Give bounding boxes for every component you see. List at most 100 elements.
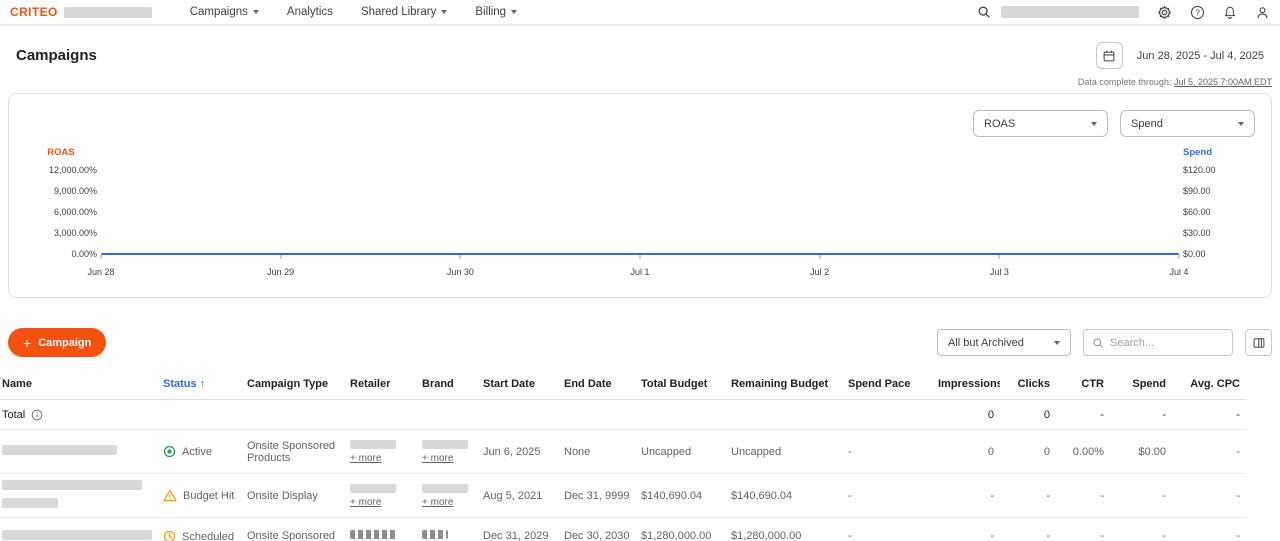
table-row: Active Onsite Sponsored Products + more … [0,430,1246,474]
spend-cell: - [1110,474,1172,518]
retailer-redacted [350,530,396,539]
campaigns-table: Name Status↑ Campaign Type Retailer Bran… [0,369,1280,541]
total-budget-cell: Uncapped [641,430,731,474]
remaining-budget-cell: $1,280,000.00 [731,518,848,541]
x-axis-label: Jun 30 [447,267,474,277]
right-metric-select[interactable]: Spend [1120,110,1255,137]
chart-metric-controls: ROAS Spend [25,110,1255,137]
col-header-name[interactable]: Name [0,369,163,400]
status-filter-select[interactable]: All but Archived [937,329,1071,356]
campaign-name-redacted[interactable] [2,530,152,540]
campaign-name-redacted[interactable] [2,498,58,508]
table-toolbar: + Campaign All but Archived [8,328,1272,357]
data-complete-link[interactable]: Jul 5, 2025 7:00AM EDT [1174,77,1272,87]
right-metric-value: Spend [1131,118,1163,130]
col-header-ctr[interactable]: CTR [1056,369,1110,400]
col-header-start-date[interactable]: Start Date [483,369,564,400]
spend-pace-cell: - [848,430,938,474]
col-header-spend[interactable]: Spend [1110,369,1172,400]
chevron-down-icon [441,10,447,14]
calendar-icon[interactable] [1096,42,1123,69]
axis-tick: $60.00 [1183,207,1255,217]
avg-cpc-cell: - [1172,430,1246,474]
status-label: Budget Hit [183,490,234,502]
spend-pace-cell: - [848,518,938,541]
brand-more-link[interactable]: + more [422,497,453,508]
nav-item-campaigns[interactable]: Campaigns [190,6,259,18]
search-icon[interactable] [977,5,991,19]
toolbar-right: All but Archived [937,329,1272,356]
x-tickmark [280,255,281,259]
scheduled-status-icon [163,530,176,541]
axis-tick: 9,000.00% [25,186,97,196]
x-axis-label: Jun 29 [267,267,294,277]
col-header-total-budget[interactable]: Total Budget [641,369,731,400]
x-axis-label: Jun 28 [87,267,114,277]
total-clicks: 0 [1000,400,1056,430]
help-icon[interactable]: ? [1190,5,1205,20]
clicks-cell: 0 [1000,430,1056,474]
chevron-down-icon [1054,341,1060,345]
nav-item-analytics[interactable]: Analytics [287,6,333,18]
table-row: Budget Hit Onsite Display + more + more … [0,474,1246,518]
x-tickmark [460,255,461,259]
impressions-cell: 0 [938,430,1000,474]
x-axis-label: Jul 4 [1169,267,1188,277]
retailer-more-link[interactable]: + more [350,453,381,464]
total-spend: - [1110,400,1172,430]
nav-item-billing[interactable]: Billing [475,6,517,18]
right-axis: Spend $120.00 $90.00 $60.00 $30.00 $0.00 [1183,147,1255,285]
criteo-logo: CRITEO [10,5,58,19]
x-axis-label: Jul 3 [990,267,1009,277]
col-header-impressions[interactable]: Impressions [938,369,1000,400]
account-icon[interactable] [1255,5,1270,20]
total-label: Total [2,409,25,421]
x-tickmark [101,255,102,259]
col-label: Remaining Budget [731,378,828,390]
search-input[interactable] [1110,337,1224,349]
col-header-spend-pace[interactable]: Spend Pace [848,369,938,400]
col-label: Status [163,378,197,390]
ctr-cell: 0.00% [1056,430,1110,474]
left-metric-select[interactable]: ROAS [973,110,1108,137]
global-search-redacted[interactable] [1001,6,1139,18]
gear-icon[interactable] [1157,5,1172,20]
start-date-cell: Jun 6, 2025 [483,430,564,474]
col-header-remaining-budget[interactable]: Remaining Budget [731,369,848,400]
campaign-type-cell: Onsite Sponsored Products [247,518,350,541]
search-icon [1092,337,1104,349]
bell-icon[interactable] [1223,5,1237,20]
chevron-down-icon [253,10,259,14]
col-header-retailer[interactable]: Retailer [350,369,422,400]
info-icon[interactable] [31,409,43,421]
col-header-clicks[interactable]: Clicks [1000,369,1056,400]
chart-card: ROAS Spend ROAS 12,000.00% 9,000.00% 6,0… [8,93,1272,298]
col-label: Brand [422,378,454,390]
brand-redacted [422,440,468,449]
col-header-status[interactable]: Status↑ [163,369,247,400]
date-range-picker[interactable]: Jun 28, 2025 - Jul 4, 2025 [1096,42,1264,69]
table-header-row: Name Status↑ Campaign Type Retailer Bran… [0,369,1246,400]
axis-tick: 6,000.00% [25,207,97,217]
table-search[interactable] [1083,329,1233,356]
col-header-end-date[interactable]: End Date [564,369,641,400]
retailer-more-link[interactable]: + more [350,497,381,508]
col-header-brand[interactable]: Brand [422,369,483,400]
avg-cpc-cell: - [1172,518,1246,541]
brand-more-link[interactable]: + more [422,453,453,464]
campaign-name-redacted[interactable] [2,445,117,455]
campaign-name-redacted[interactable] [2,480,142,490]
col-label: Start Date [483,378,535,390]
col-label: Name [2,378,32,390]
spend-cell: $0.00 [1110,430,1172,474]
brand-redacted [422,484,468,493]
chevron-down-icon [1091,122,1097,126]
nav-item-label: Shared Library [361,6,436,18]
remaining-budget-cell: Uncapped [731,430,848,474]
new-campaign-button[interactable]: + Campaign [8,328,106,357]
col-header-campaign-type[interactable]: Campaign Type [247,369,350,400]
col-header-avg-cpc[interactable]: Avg. CPC [1172,369,1246,400]
nav-item-shared-library[interactable]: Shared Library [361,6,447,18]
column-settings-button[interactable] [1245,329,1272,356]
total-budget-cell: $140,690.04 [641,474,731,518]
